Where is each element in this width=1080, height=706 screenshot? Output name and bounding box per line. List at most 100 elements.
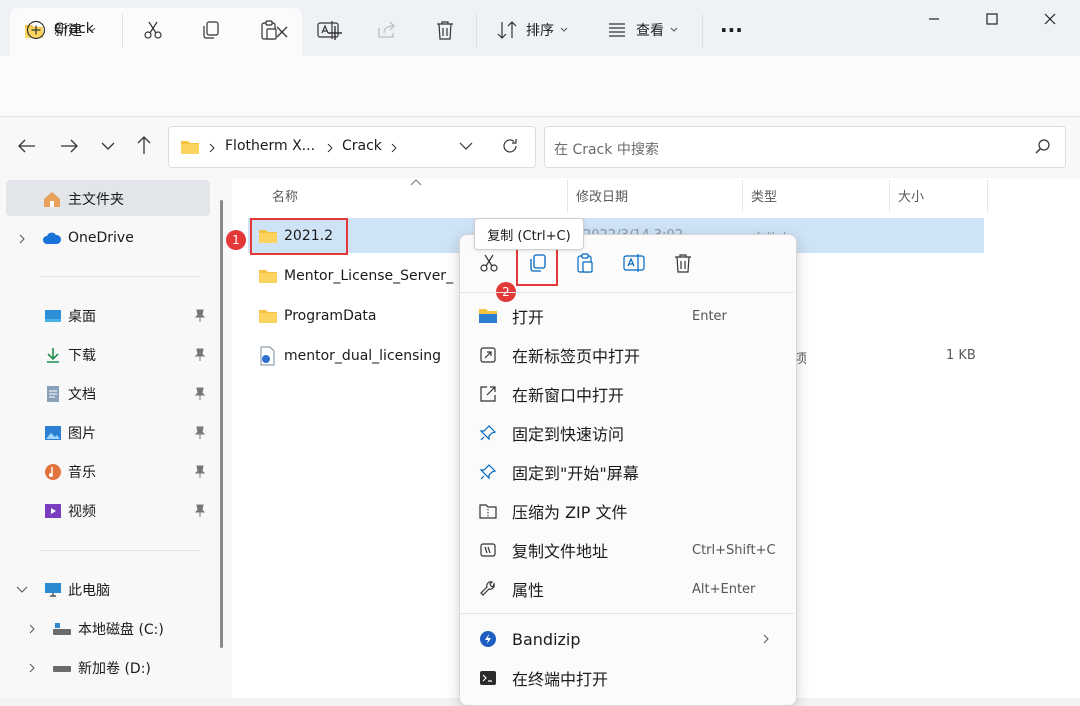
menu-label: 在新标签页中打开 <box>512 347 641 366</box>
delete-button[interactable] <box>434 12 456 48</box>
zip-icon <box>476 499 500 523</box>
copy-button[interactable] <box>200 12 222 48</box>
close-window-icon[interactable] <box>1030 6 1070 32</box>
command-bar <box>0 56 1080 117</box>
column-header-size[interactable]: 大小 <box>898 186 924 205</box>
expand-chevron-icon[interactable] <box>28 663 36 673</box>
menu-item-pin-start[interactable]: 固定到"开始"屏幕 <box>470 453 786 491</box>
nav-item-onedrive[interactable]: OneDrive <box>42 219 134 257</box>
wrench-icon <box>476 577 500 601</box>
menu-label: 打开 <box>512 308 545 327</box>
view-icon <box>606 19 628 41</box>
delete-icon[interactable] <box>672 252 694 274</box>
sort-button[interactable]: 排序 <box>496 12 568 48</box>
chevron-right-icon <box>762 633 770 645</box>
scissors-icon <box>142 19 164 41</box>
sidebar-scrollbar[interactable] <box>218 178 226 648</box>
chevron-right-icon <box>326 143 334 153</box>
file-size: 1 KB <box>946 348 976 363</box>
nav-item-downloads[interactable]: 下载 <box>44 336 96 374</box>
nav-label: 图片 <box>68 426 96 442</box>
nav-label: 主文件夹 <box>68 192 124 208</box>
table-row[interactable]: mentor_dual_licensing <box>258 346 441 366</box>
menu-item-bandizip[interactable]: Bandizip <box>470 620 786 658</box>
refresh-icon[interactable] <box>500 136 520 156</box>
expand-chevron-icon[interactable] <box>18 234 26 244</box>
pin-icon[interactable] <box>194 309 206 323</box>
breadcrumb-crack[interactable]: Crack <box>342 138 382 154</box>
picture-icon <box>44 425 62 441</box>
view-button[interactable]: 查看 <box>606 12 678 48</box>
pin-icon[interactable] <box>194 465 206 479</box>
share-button[interactable] <box>376 12 398 48</box>
nav-label: 桌面 <box>68 309 96 325</box>
paste-icon[interactable] <box>574 252 596 274</box>
breadcrumb-flotherm[interactable]: Flotherm X... <box>225 138 315 154</box>
recent-chevron-icon[interactable] <box>100 140 116 152</box>
nav-item-desktop[interactable]: 桌面 <box>44 297 96 335</box>
column-divider[interactable] <box>987 180 988 212</box>
nav-item-pictures[interactable]: 图片 <box>44 414 96 452</box>
menu-divider <box>460 292 794 293</box>
nav-item-home[interactable]: 主文件夹 <box>42 180 124 218</box>
sort-label: 排序 <box>526 23 554 39</box>
nav-item-drive-d[interactable]: 新加卷 (D:) <box>52 649 151 687</box>
expand-chevron-icon[interactable] <box>28 624 36 634</box>
column-divider[interactable] <box>742 180 743 212</box>
table-row[interactable]: Mentor_License_Server_ <box>258 266 453 286</box>
nav-label: 本地磁盘 (C:) <box>78 622 164 638</box>
nav-label: 新加卷 (D:) <box>78 661 151 677</box>
column-divider[interactable] <box>889 180 890 212</box>
new-button[interactable]: 新建 <box>26 12 96 48</box>
menu-item-open[interactable]: 打开 Enter <box>470 297 786 335</box>
column-header-modified[interactable]: 修改日期 <box>576 186 628 205</box>
minimize-icon[interactable] <box>914 6 954 32</box>
column-divider[interactable] <box>567 180 568 212</box>
menu-item-open-terminal[interactable]: 在终端中打开 <box>470 659 786 697</box>
more-options-button[interactable]: ··· <box>720 12 743 48</box>
table-row[interactable]: ProgramData <box>258 306 377 326</box>
maximize-icon[interactable] <box>972 6 1012 32</box>
pin-icon[interactable] <box>194 504 206 518</box>
nav-item-this-pc[interactable]: 此电脑 <box>44 571 110 609</box>
nav-item-music[interactable]: 音乐 <box>44 453 96 491</box>
paste-button[interactable] <box>258 12 280 48</box>
up-arrow-icon[interactable] <box>134 134 154 156</box>
trash-icon <box>434 19 456 41</box>
chevron-down-icon <box>670 27 678 33</box>
folder-icon <box>180 139 200 155</box>
plus-circle-icon <box>26 20 46 40</box>
download-icon <box>44 347 62 363</box>
step-badge-1: 1 <box>226 230 246 250</box>
menu-item-pin-quick-access[interactable]: 固定到快速访问 <box>470 414 786 452</box>
column-header-type[interactable]: 类型 <box>751 186 777 205</box>
nav-label: 视频 <box>68 504 96 520</box>
menu-label: 属性 <box>512 581 545 600</box>
menu-item-open-new-tab[interactable]: 在新标签页中打开 <box>470 336 786 374</box>
column-header-name[interactable]: 名称 <box>272 186 298 205</box>
nav-item-videos[interactable]: 视频 <box>44 492 96 530</box>
collapse-chevron-icon[interactable] <box>16 586 28 594</box>
music-icon <box>44 463 62 481</box>
menu-item-open-new-window[interactable]: 在新窗口中打开 <box>470 375 786 413</box>
forward-arrow-icon[interactable] <box>58 136 80 156</box>
pin-icon[interactable] <box>194 348 206 362</box>
nav-item-documents[interactable]: 文档 <box>44 375 96 413</box>
back-arrow-icon[interactable] <box>16 136 38 156</box>
cut-icon[interactable] <box>478 252 500 274</box>
pin-icon[interactable] <box>194 426 206 440</box>
pin-icon[interactable] <box>194 387 206 401</box>
search-icon[interactable] <box>1034 138 1052 156</box>
copy-tooltip: 复制 (Ctrl+C) <box>474 218 584 250</box>
rename-icon[interactable] <box>622 252 646 274</box>
toolbar-divider <box>702 14 703 48</box>
cut-button[interactable] <box>142 12 164 48</box>
rename-button[interactable] <box>316 12 340 48</box>
menu-item-properties[interactable]: 属性 Alt+Enter <box>470 570 786 608</box>
address-dropdown-icon[interactable] <box>458 141 474 151</box>
cloud-icon <box>42 231 62 245</box>
menu-item-compress-zip[interactable]: 压缩为 ZIP 文件 <box>470 492 786 530</box>
menu-item-copy-path[interactable]: 复制文件地址 Ctrl+Shift+C <box>470 531 786 569</box>
nav-item-drive-c[interactable]: 本地磁盘 (C:) <box>52 610 164 648</box>
folder-icon <box>258 308 278 324</box>
